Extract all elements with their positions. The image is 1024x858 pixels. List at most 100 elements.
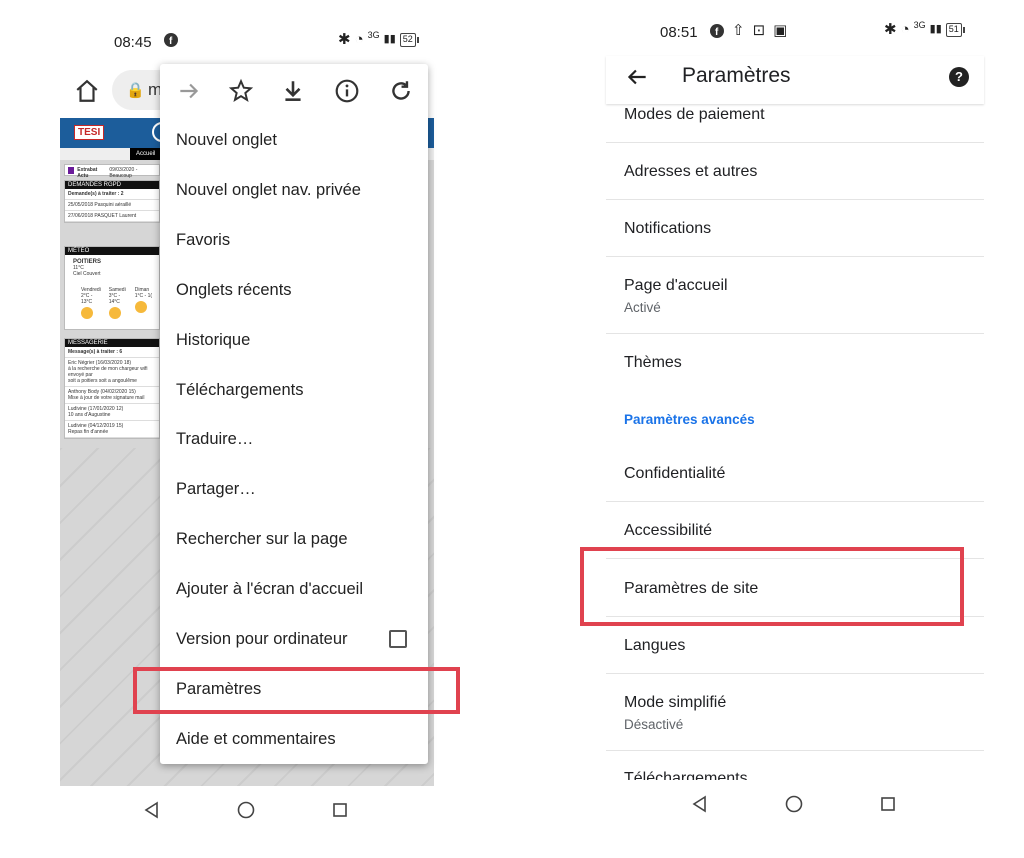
- phone-left-browser-menu: 08:45 f ✱ ◔ 3G ▮▮ 52 🔒 m TESI Accueil Ex…: [60, 0, 460, 858]
- facebook-icon: f: [164, 33, 178, 47]
- status-bar: 08:51 f ⇧ ⊡ ▣ ✱ ◔ 3G ▮▮ 51: [606, 20, 984, 56]
- highlight-site-settings: [580, 547, 964, 626]
- home-icon[interactable]: [74, 78, 100, 104]
- highlight-settings: [133, 667, 460, 714]
- menu-item-history[interactable]: Historique: [176, 331, 250, 350]
- menu-item-add-to-home[interactable]: Ajouter à l'écran d'accueil: [176, 580, 363, 599]
- menu-item-desktop-site[interactable]: Version pour ordinateur: [176, 630, 348, 649]
- back-nav-icon[interactable]: [690, 794, 710, 814]
- actu-title: Extrabat Actu: [77, 167, 98, 179]
- settings-item-privacy[interactable]: Confidentialité: [624, 465, 725, 483]
- settings-item-languages[interactable]: Langues: [624, 637, 685, 655]
- facebook-icon: f: [710, 23, 724, 38]
- divider: [606, 750, 984, 751]
- message-item[interactable]: Anthony Body (04/02/2020 15) Mise à jour …: [65, 387, 159, 404]
- settings-list: Modes de paiement Adresses et autres Not…: [606, 104, 984, 780]
- divider: [606, 256, 984, 257]
- web-card-actu: Extrabat Actu 09/03/2020 - Beaucoup: [64, 164, 160, 179]
- meteo-day: Samedi 3°C - 14°C: [108, 287, 127, 321]
- menu-item-recent-tabs[interactable]: Onglets récents: [176, 281, 292, 300]
- menu-toolbar: [160, 64, 428, 116]
- settings-item-payment-methods[interactable]: Modes de paiement: [624, 106, 765, 124]
- messagerie-header: MESSAGERIE: [65, 339, 159, 347]
- shield-icon: ▣: [773, 22, 788, 39]
- settings-item-lite-mode[interactable]: Mode simplifié: [624, 694, 726, 712]
- web-nav-accueil[interactable]: Accueil: [130, 148, 162, 160]
- divider: [606, 673, 984, 674]
- help-icon[interactable]: ?: [949, 67, 969, 87]
- lock-icon: ⊡: [752, 22, 766, 39]
- refresh-icon[interactable]: [388, 78, 414, 104]
- menu-item-help-feedback[interactable]: Aide et commentaires: [176, 730, 336, 749]
- nav-bar: [606, 784, 984, 824]
- actu-text: 09/03/2020 - Beaucoup: [109, 167, 138, 179]
- menu-item-new-tab[interactable]: Nouvel onglet: [176, 131, 277, 150]
- web-card-messagerie: MESSAGERIE Message(s) à traiter : 6 Eric…: [64, 338, 160, 439]
- nav-bar: [60, 790, 434, 830]
- meteo-day: Vendredi 2°C - 13°C: [81, 287, 101, 321]
- web-card-rgpd: DEMANDES RGPD Demande(s) à traiter : 2 2…: [64, 180, 160, 223]
- recents-nav-icon[interactable]: [330, 800, 350, 820]
- signal-icon: ▮▮: [383, 33, 396, 45]
- meteo-header: MÉTÉO: [65, 247, 159, 255]
- page-title: Paramètres: [682, 64, 791, 87]
- settings-item-homepage-status: Activé: [624, 300, 661, 315]
- desktop-site-checkbox[interactable]: [389, 630, 407, 648]
- menu-item-find-in-page[interactable]: Rechercher sur la page: [176, 530, 348, 549]
- settings-item-homepage[interactable]: Page d'accueil: [624, 277, 728, 295]
- settings-item-notifications[interactable]: Notifications: [624, 220, 711, 238]
- back-nav-icon[interactable]: [142, 800, 162, 820]
- upload-icon: ⇧: [732, 22, 745, 39]
- web-card-meteo: MÉTÉO POITIERS 11°C Ciel Couvert Vendred…: [64, 246, 160, 330]
- rgpd-row[interactable]: 27/06/2018 PASQUET Laurent: [65, 211, 159, 222]
- web-logo: TESI: [74, 125, 105, 140]
- sun-cloud-icon: [108, 307, 121, 319]
- settings-item-downloads[interactable]: Téléchargements: [624, 770, 748, 780]
- meteo-cond: Ciel Couvert: [73, 271, 101, 277]
- battery-icon: 51: [945, 22, 965, 37]
- recents-nav-icon[interactable]: [878, 794, 898, 814]
- settings-app-bar: Paramètres ?: [606, 56, 984, 104]
- section-advanced-settings: Paramètres avancés: [624, 412, 755, 427]
- info-icon[interactable]: [334, 78, 360, 104]
- status-time: 08:45: [114, 34, 152, 51]
- rgpd-header: DEMANDES RGPD: [65, 181, 159, 189]
- download-icon[interactable]: [280, 78, 306, 104]
- network-type: 3G: [367, 29, 380, 40]
- sun-icon: [134, 301, 147, 313]
- menu-item-translate[interactable]: Traduire…: [176, 430, 253, 449]
- message-item[interactable]: Eric Négrier (16/03/2020 18) à la recherc…: [65, 358, 159, 387]
- rgpd-count: Demande(s) à traiter : 2: [65, 189, 159, 200]
- lock-icon: 🔒: [126, 82, 145, 99]
- network-type: 3G: [913, 19, 926, 30]
- bluetooth-icon: ✱: [338, 31, 351, 48]
- rgpd-row[interactable]: 25/05/2018 Pasquini aéraillé: [65, 200, 159, 211]
- menu-item-share[interactable]: Partager…: [176, 480, 256, 499]
- status-time: 08:51: [660, 24, 698, 41]
- wifi-icon: ◔: [900, 21, 910, 38]
- settings-item-addresses[interactable]: Adresses et autres: [624, 163, 757, 181]
- menu-item-downloads[interactable]: Téléchargements: [176, 381, 303, 400]
- divider: [606, 199, 984, 200]
- forward-icon[interactable]: [176, 78, 202, 104]
- star-icon[interactable]: [228, 78, 254, 104]
- settings-item-accessibility[interactable]: Accessibilité: [624, 522, 712, 540]
- menu-item-new-incognito-tab[interactable]: Nouvel onglet nav. privée: [176, 181, 361, 200]
- divider: [606, 501, 984, 502]
- message-item[interactable]: Ludivine (04/12/2019 15) Repas fin d'anné…: [65, 421, 159, 438]
- divider: [606, 142, 984, 143]
- signal-icon: ▮▮: [929, 23, 942, 35]
- status-bar: 08:45 f ✱ ◔ 3G ▮▮ 52: [60, 28, 434, 56]
- settings-item-themes[interactable]: Thèmes: [624, 354, 682, 372]
- sun-icon: [81, 307, 93, 319]
- message-item[interactable]: Ludivine (17/01/2020 12) 10 ans d'Augusti…: [65, 404, 159, 421]
- settings-item-lite-mode-status: Désactivé: [624, 717, 684, 732]
- wifi-icon: ◔: [354, 31, 364, 48]
- divider: [606, 333, 984, 334]
- back-arrow-icon[interactable]: [624, 64, 650, 90]
- home-nav-icon[interactable]: [236, 800, 256, 820]
- battery-icon: 52: [399, 32, 419, 47]
- menu-item-bookmarks[interactable]: Favoris: [176, 231, 230, 250]
- home-nav-icon[interactable]: [784, 794, 804, 814]
- messagerie-count: Message(s) à traiter : 6: [65, 347, 159, 358]
